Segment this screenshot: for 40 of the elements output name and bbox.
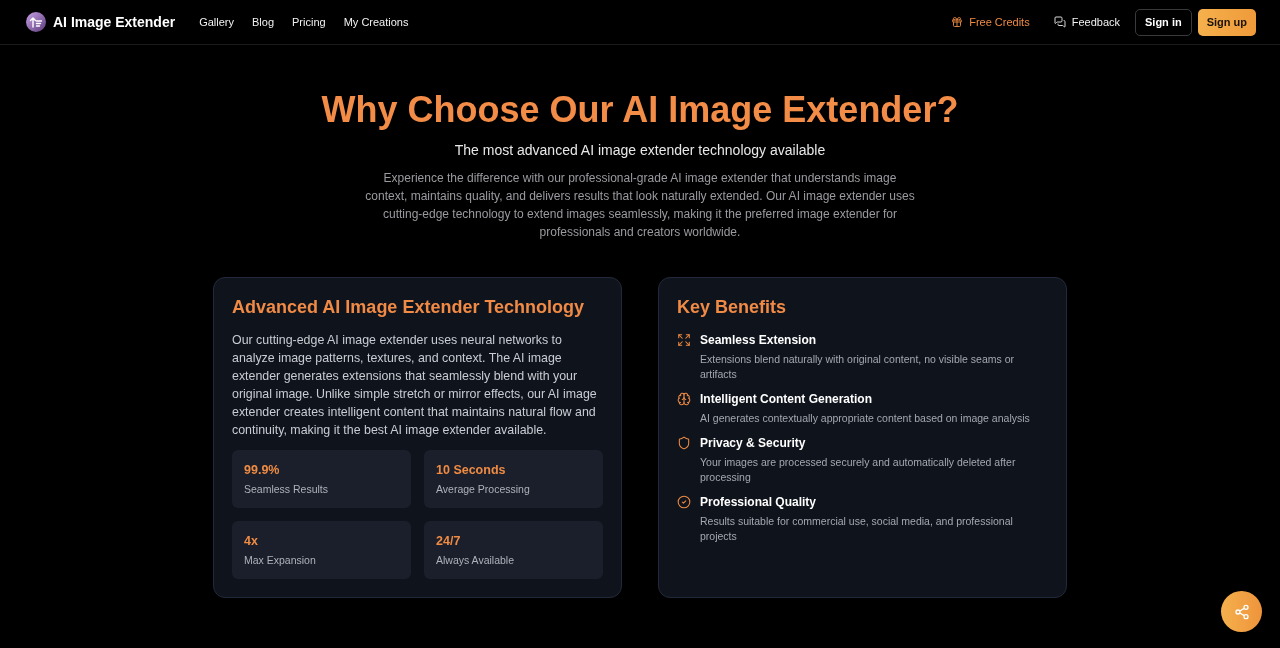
share-icon <box>1233 603 1250 620</box>
stat-value: 10 Seconds <box>436 462 507 478</box>
feedback-link[interactable]: Feedback <box>1053 13 1120 31</box>
stat-value: 4x <box>244 533 259 549</box>
benefit-description: AI generates contextually appropriate content based on image analysis <box>700 411 1030 426</box>
nav-link[interactable]: My Creations <box>343 13 409 31</box>
chat-bubbles-icon <box>1053 16 1066 28</box>
nav-link[interactable]: Blog <box>252 13 275 31</box>
benefit-description: Extensions blend naturally with original content, no visible seams or artifacts <box>700 352 1015 382</box>
section-heading: Why Choose Our AI Image Extender? <box>321 88 959 132</box>
benefit-title: Seamless Extension <box>700 332 818 349</box>
stat-value: 24/7 <box>436 533 462 549</box>
brain-icon <box>677 392 691 406</box>
card-title: Key Benefits <box>677 296 788 319</box>
sign-up-button[interactable]: Sign up <box>1197 8 1256 36</box>
expand-arrows-icon <box>677 333 691 347</box>
stat-value: 99.9% <box>244 462 281 478</box>
brand-name[interactable]: AI Image Extender <box>53 11 176 33</box>
gift-icon <box>951 16 964 28</box>
benefit-title: Professional Quality <box>700 494 818 511</box>
sign-in-button[interactable]: Sign in <box>1135 8 1192 36</box>
stat-label: Average Processing <box>436 482 531 496</box>
stat-label: Max Expansion <box>244 553 317 567</box>
logo-icon <box>26 12 46 32</box>
section-description: Experience the difference with our professional-grade AI image extender that understands image context, maintains quality, and delivers results that look naturally extended. Our AI image extender uses cutting-edge technology to extend images seamlessly, making it the preferred image extender for professionals and creators worldwide. <box>365 170 915 241</box>
free-credits-link[interactable]: Free Credits <box>951 13 1030 31</box>
benefit-title: Intelligent Content Generation <box>700 391 873 408</box>
share-button[interactable] <box>1221 591 1262 632</box>
nav-link[interactable]: Gallery <box>199 13 234 31</box>
card-title: Advanced AI Image Extender Technology <box>232 296 586 319</box>
benefit-description: Results suitable for commercial use, social media, and professional projects <box>700 514 1014 544</box>
nav-link[interactable]: Pricing <box>292 13 326 31</box>
stat-label: Seamless Results <box>244 482 330 496</box>
check-circle-icon <box>677 495 691 509</box>
stat-label: Always Available <box>436 553 516 567</box>
benefit-description: Your images are processed securely and automatically deleted after processing <box>700 455 1017 485</box>
benefit-title: Privacy & Security <box>700 435 807 452</box>
card-body-text: Our cutting-edge AI image extender uses neural networks to analyze image patterns, textures, and context. The AI image extender generates extensions that seamlessly blend with your original image. Unlike simple stretch or mirror effects, our AI image extender creates intelligent content that maintains natural flow and continuity, making it the best AI image extender available. <box>232 332 598 439</box>
shield-icon <box>677 436 691 450</box>
section-subtitle: The most advanced AI image extender technology available <box>454 141 826 160</box>
